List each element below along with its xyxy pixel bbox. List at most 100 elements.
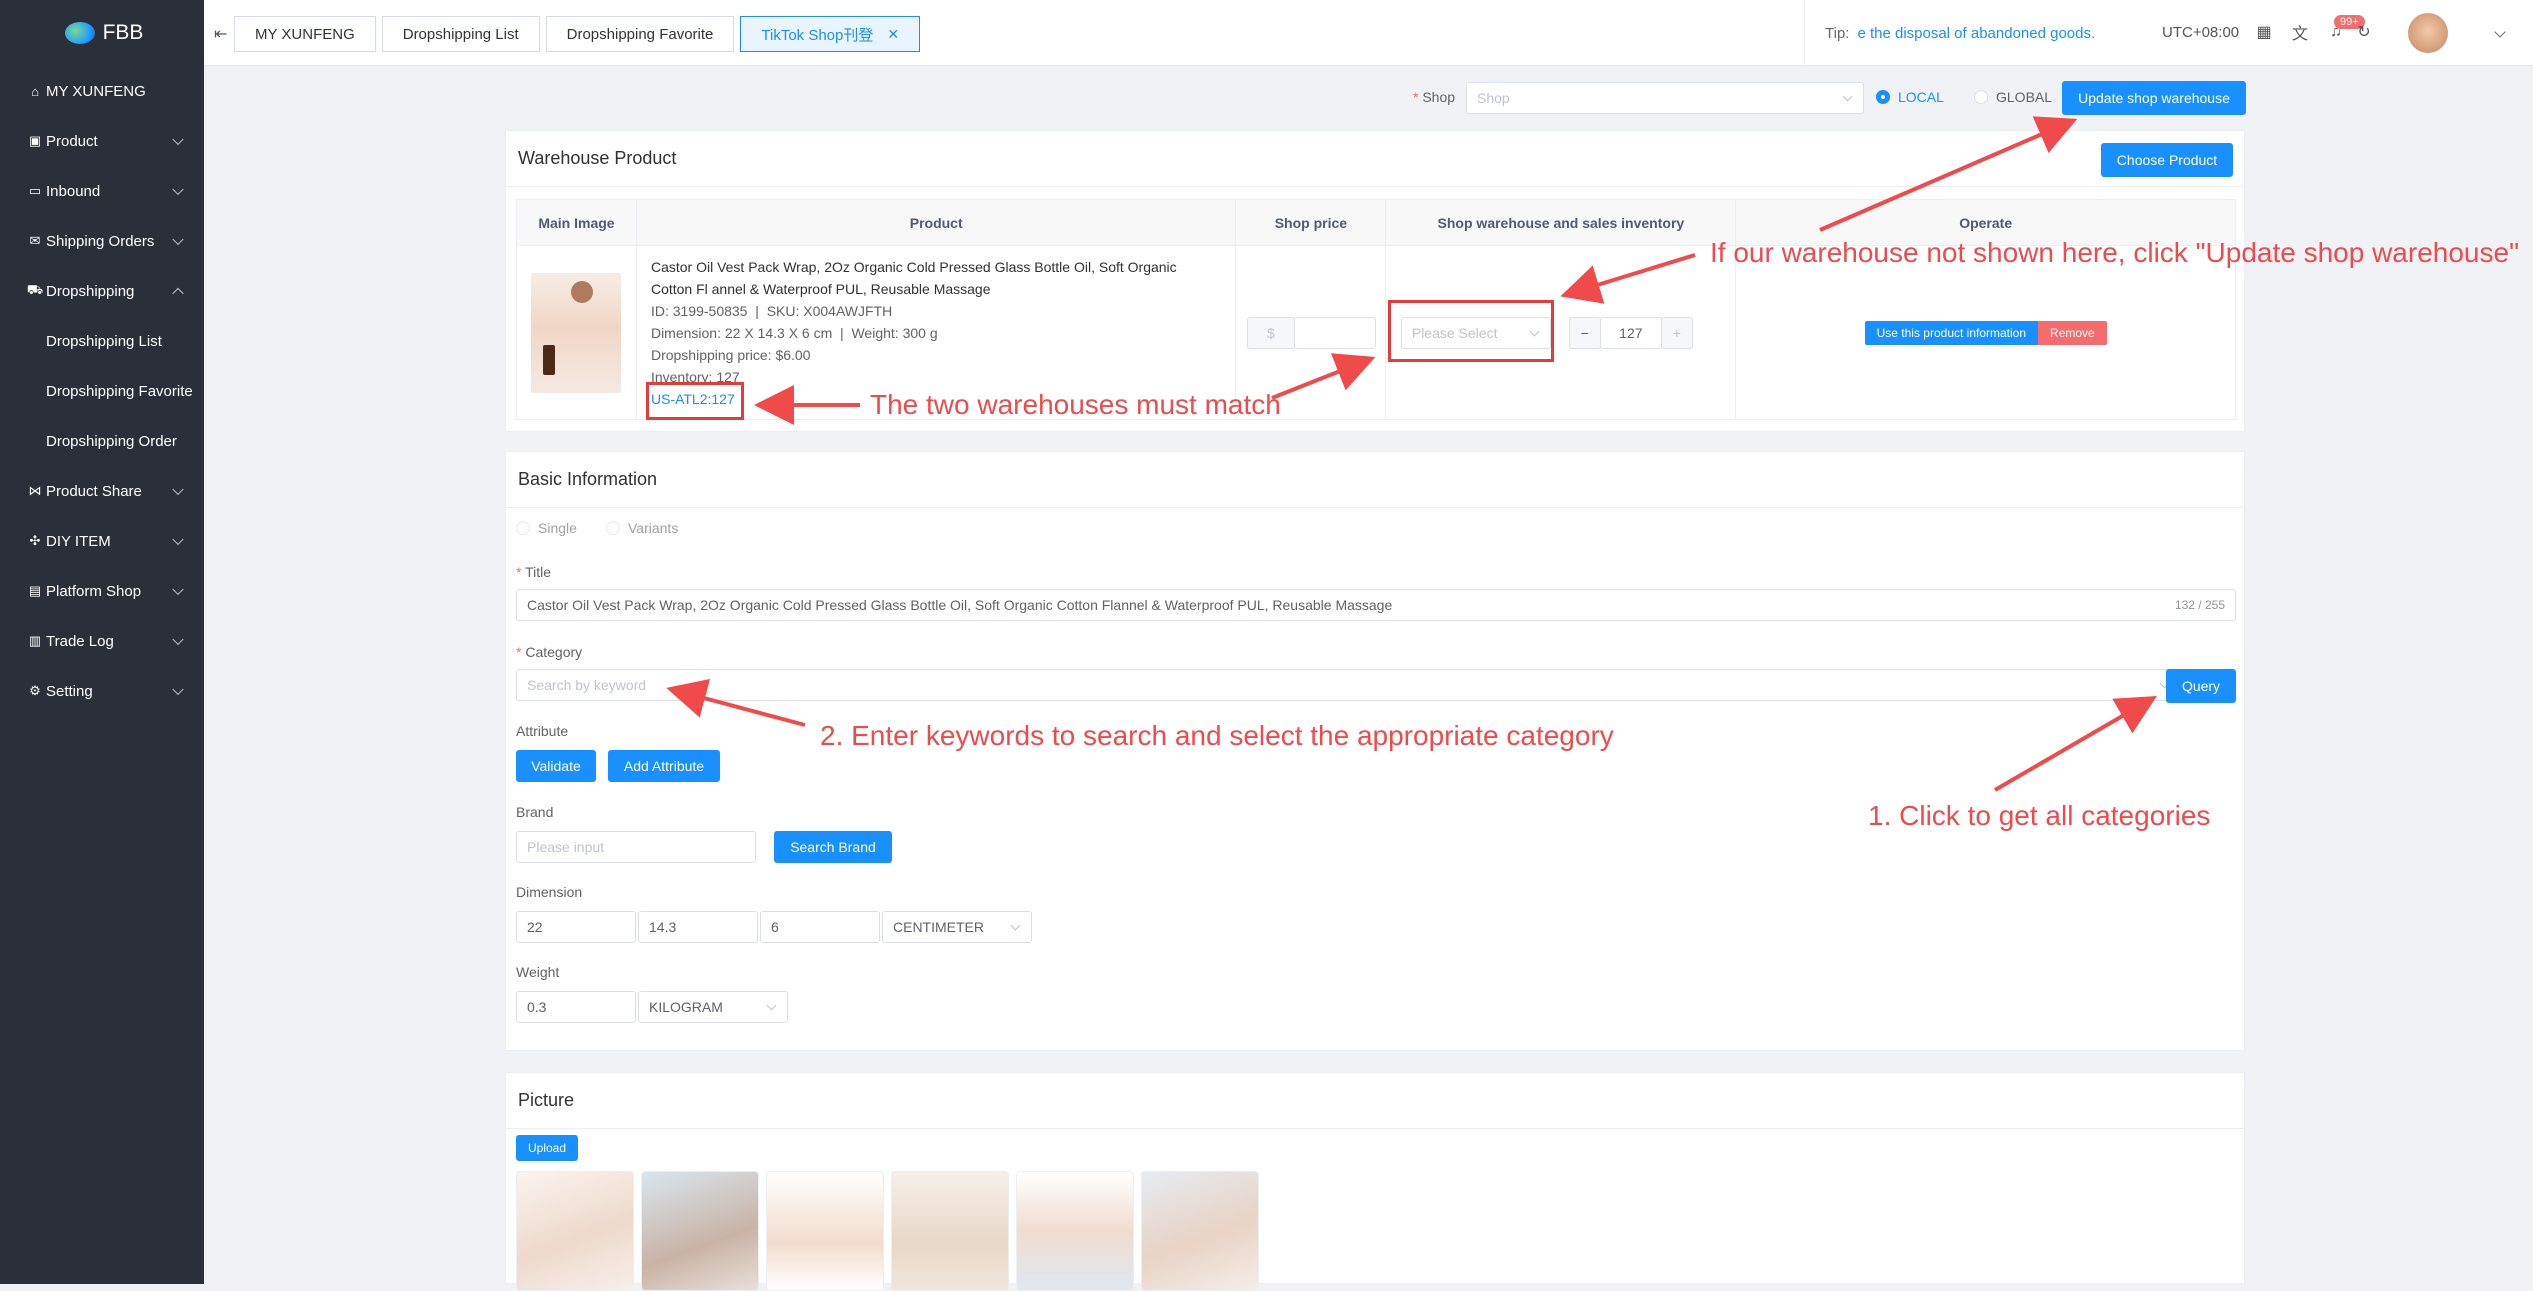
operate-cell: Use this product information Remove <box>1735 245 2236 420</box>
inventory-stepper[interactable]: 127 <box>1599 316 1662 349</box>
home-icon: ⌂ <box>31 83 39 99</box>
sidebar-item-label: Setting <box>46 682 93 700</box>
tab-label: Dropshipping Favorite <box>566 25 714 43</box>
tip-text[interactable]: e the disposal of abandoned goods. <box>1857 25 2095 42</box>
annotation-enter-keywords: 2. Enter keywords to search and select t… <box>820 720 1614 751</box>
remove-button[interactable]: Remove <box>2038 320 2107 345</box>
currency-prefix: $ <box>1246 316 1295 349</box>
radio-global[interactable]: GLOBAL <box>1974 89 2052 105</box>
update-shop-warehouse-button[interactable]: Update shop warehouse <box>2062 81 2246 115</box>
sidebar-item-product[interactable]: ▣ Product <box>4 116 204 166</box>
product-picture[interactable] <box>641 1171 759 1291</box>
sidebar-item-shipping-orders[interactable]: ✉ Shipping Orders <box>4 216 204 266</box>
grid-icon[interactable]: ▦ <box>2254 22 2274 42</box>
column-header: Shop price <box>1235 199 1387 246</box>
chevron-down-icon <box>1010 920 1021 931</box>
chevron-down-icon[interactable] <box>2494 26 2506 38</box>
dimension-width-input[interactable]: 14.3 <box>638 911 758 943</box>
radio-variants[interactable]: Variants <box>606 520 678 536</box>
tab-dropshipping-favorite[interactable]: Dropshipping Favorite <box>545 16 735 52</box>
category-search-input[interactable]: Search by keyword <box>516 669 2181 701</box>
query-button[interactable]: Query <box>2166 669 2236 703</box>
weight-unit-select[interactable]: KILOGRAM <box>638 991 788 1023</box>
avatar[interactable] <box>2408 13 2448 53</box>
shop-icon: ▤ <box>28 583 42 598</box>
gear-icon: ⚙ <box>29 683 41 698</box>
shop-label: * Shop <box>1413 89 1456 105</box>
menu-fold-icon[interactable]: ⇤ <box>214 24 227 44</box>
app-logo[interactable]: FBB <box>4 0 204 66</box>
dimension-label: Dimension <box>516 884 583 900</box>
chevron-down-icon <box>766 1000 777 1011</box>
decrement-button[interactable]: − <box>1568 316 1601 349</box>
search-brand-button[interactable]: Search Brand <box>774 831 892 863</box>
sidebar-item-my-xunfeng[interactable]: ⌂ MY XUNFENG <box>4 66 204 116</box>
close-icon[interactable]: ✕ <box>887 26 899 43</box>
product-picture[interactable] <box>766 1171 884 1291</box>
warehouse-product-card: Warehouse Product Choose Product Main Im… <box>505 130 2245 432</box>
tab-tiktok-shop[interactable]: TikTok Shop刊登 ✕ <box>740 16 921 52</box>
radio-dot <box>1876 90 1890 104</box>
globe-logo-icon <box>64 22 95 44</box>
dimension-unit-select[interactable]: CENTIMETER <box>882 911 1032 943</box>
radio-dot <box>516 521 530 535</box>
top-bar: ⇤ MY XUNFENG Dropshipping List Dropshipp… <box>204 0 2533 66</box>
add-attribute-button[interactable]: Add Attribute <box>608 750 720 782</box>
use-product-info-button[interactable]: Use this product information <box>1864 320 2039 345</box>
tab-label: Dropshipping List <box>402 25 519 43</box>
brand-input[interactable]: Please input <box>516 831 756 863</box>
title-input[interactable]: Castor Oil Vest Pack Wrap, 2Oz Organic C… <box>516 589 2236 621</box>
cart-icon: ⛟ <box>26 282 44 297</box>
product-picture[interactable] <box>891 1171 1009 1291</box>
product-dimension: Dimension: 22 X 14.3 X 6 cm <box>650 324 833 341</box>
increment-button[interactable]: + <box>1660 316 1693 349</box>
radio-single[interactable]: Single <box>516 520 577 536</box>
tab-dropshipping-list[interactable]: Dropshipping List <box>381 16 540 52</box>
chevron-down-icon <box>172 533 184 546</box>
chevron-down-icon <box>1842 91 1853 102</box>
chevron-down-icon <box>172 133 184 146</box>
product-picture[interactable] <box>1141 1171 1259 1291</box>
sidebar-subitem-dropshipping-order[interactable]: Dropshipping Order <box>4 416 204 466</box>
sidebar-item-label: Shipping Orders <box>46 232 155 250</box>
brand-placeholder: Please input <box>527 839 605 855</box>
weight-input[interactable]: 0.3 <box>516 991 636 1023</box>
shop-select[interactable]: Shop <box>1466 82 1864 114</box>
chevron-down-icon <box>172 633 184 646</box>
radio-label: Variants <box>628 520 679 536</box>
choose-product-button[interactable]: Choose Product <box>2101 143 2233 177</box>
chevron-down-icon <box>172 583 184 596</box>
sidebar-item-inbound[interactable]: ▭ Inbound <box>4 166 204 216</box>
tab-my-xunfeng[interactable]: MY XUNFENG <box>234 16 376 52</box>
weight-label: Weight <box>516 964 560 980</box>
translate-icon[interactable]: 文 <box>2290 22 2310 43</box>
refresh-icon[interactable]: ↻ <box>2354 22 2374 42</box>
sidebar-subitem-dropshipping-list[interactable]: Dropshipping List <box>4 316 204 366</box>
product-picture[interactable] <box>516 1171 634 1291</box>
puzzle-icon: ✣ <box>29 533 41 548</box>
upload-button[interactable]: Upload <box>516 1135 578 1161</box>
radio-local[interactable]: LOCAL <box>1876 89 1944 105</box>
product-picture[interactable] <box>1016 1171 1134 1291</box>
tip-label: Tip: <box>1825 24 1850 42</box>
dimension-height-input[interactable]: 6 <box>760 911 880 943</box>
sidebar-item-label: Product Share <box>46 482 142 500</box>
sidebar-item-diy-item[interactable]: ✣ DIY ITEM <box>4 516 204 566</box>
sidebar-item-trade-log[interactable]: ▥ Trade Log <box>4 616 204 666</box>
sidebar-item-setting[interactable]: ⚙ Setting <box>4 666 204 716</box>
shop-price-input[interactable] <box>1293 316 1376 349</box>
sidebar-item-label: Product <box>46 132 98 150</box>
card-title: Warehouse Product <box>506 131 2244 187</box>
mail-icon: ✉ <box>29 233 41 248</box>
timezone: UTC+08:00 <box>2162 24 2240 41</box>
dimension-length-input[interactable]: 22 <box>516 911 636 943</box>
chevron-up-icon <box>172 287 184 300</box>
sidebar-item-dropshipping[interactable]: ⛟ Dropshipping <box>4 266 204 316</box>
card-title: Picture <box>506 1073 2244 1129</box>
gift-icon: ▣ <box>28 133 42 148</box>
column-header: Product <box>635 199 1237 246</box>
validate-button[interactable]: Validate <box>516 750 596 782</box>
sidebar-subitem-dropshipping-favorite[interactable]: Dropshipping Favorite <box>4 366 204 416</box>
sidebar-item-platform-shop[interactable]: ▤ Platform Shop <box>4 566 204 616</box>
sidebar-item-product-share[interactable]: ⋈ Product Share <box>4 466 204 516</box>
